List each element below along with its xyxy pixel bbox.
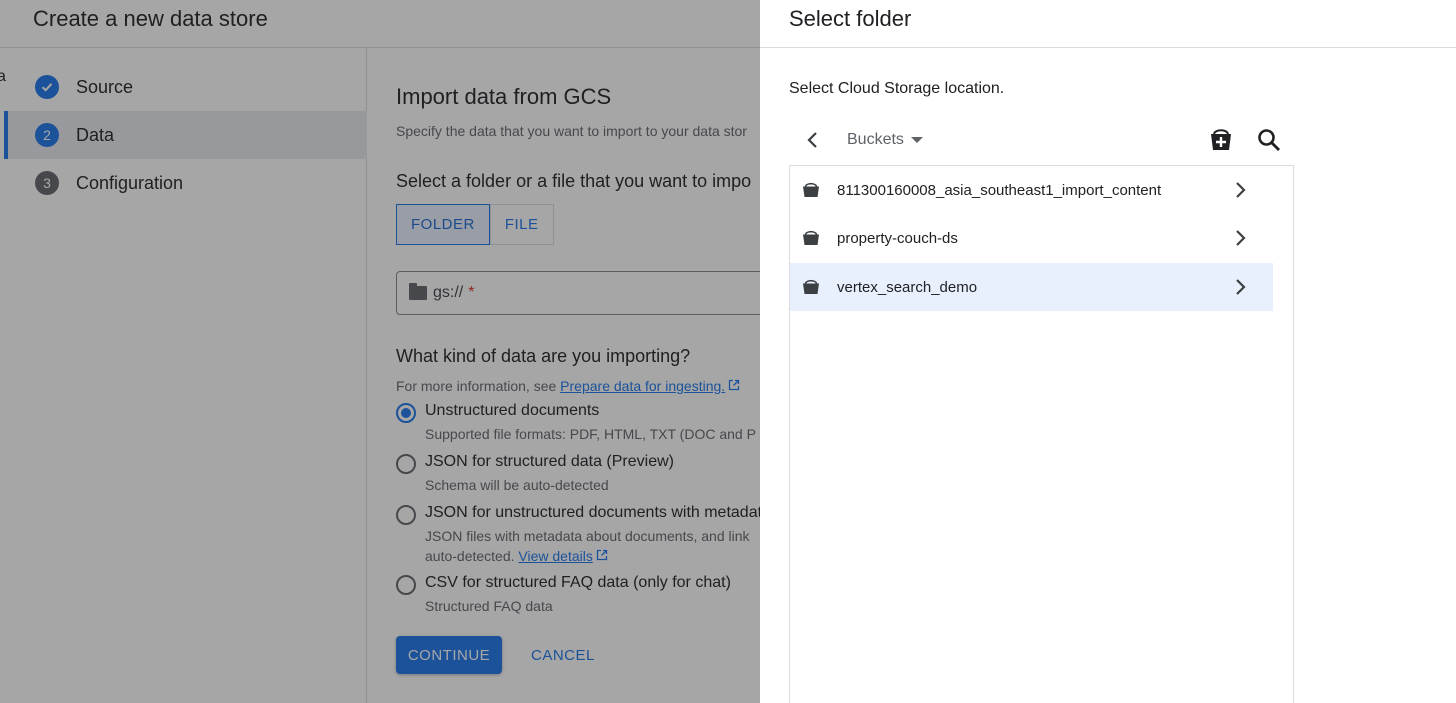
caret-down-icon	[910, 137, 923, 143]
bucket-row[interactable]: property-couch-ds	[790, 214, 1273, 262]
chevron-right-icon[interactable]	[1228, 226, 1252, 250]
bucket-row[interactable]: 811300160008_asia_southeast1_import_cont…	[790, 166, 1273, 214]
bucket-icon	[802, 279, 820, 295]
select-folder-panel: Select folder Select Cloud Storage locat…	[760, 0, 1456, 703]
bucket-name: 811300160008_asia_southeast1_import_cont…	[837, 181, 1162, 199]
breadcrumb-dropdown[interactable]: Buckets	[847, 131, 923, 149]
chevron-left-icon[interactable]	[801, 128, 825, 152]
panel-header: Select folder	[760, 0, 1456, 48]
bucket-icon	[802, 182, 820, 198]
panel-title: Select folder	[789, 6, 912, 31]
modal-scrim[interactable]	[0, 0, 760, 703]
chevron-right-icon[interactable]	[1228, 178, 1252, 202]
bucket-name: property-couch-ds	[837, 229, 958, 247]
bucket-row[interactable]: vertex_search_demo	[790, 263, 1273, 311]
chevron-right-icon[interactable]	[1228, 275, 1252, 299]
add-bucket-icon[interactable]	[1208, 127, 1234, 153]
breadcrumb-label: Buckets	[847, 131, 904, 148]
panel-description: Select Cloud Storage location.	[789, 80, 1005, 97]
bucket-list: 811300160008_asia_southeast1_import_cont…	[789, 165, 1294, 703]
bucket-name: vertex_search_demo	[837, 278, 978, 296]
bucket-icon	[802, 230, 820, 246]
bucket-navigation-bar: Buckets	[789, 120, 1293, 160]
search-icon[interactable]	[1256, 127, 1282, 153]
